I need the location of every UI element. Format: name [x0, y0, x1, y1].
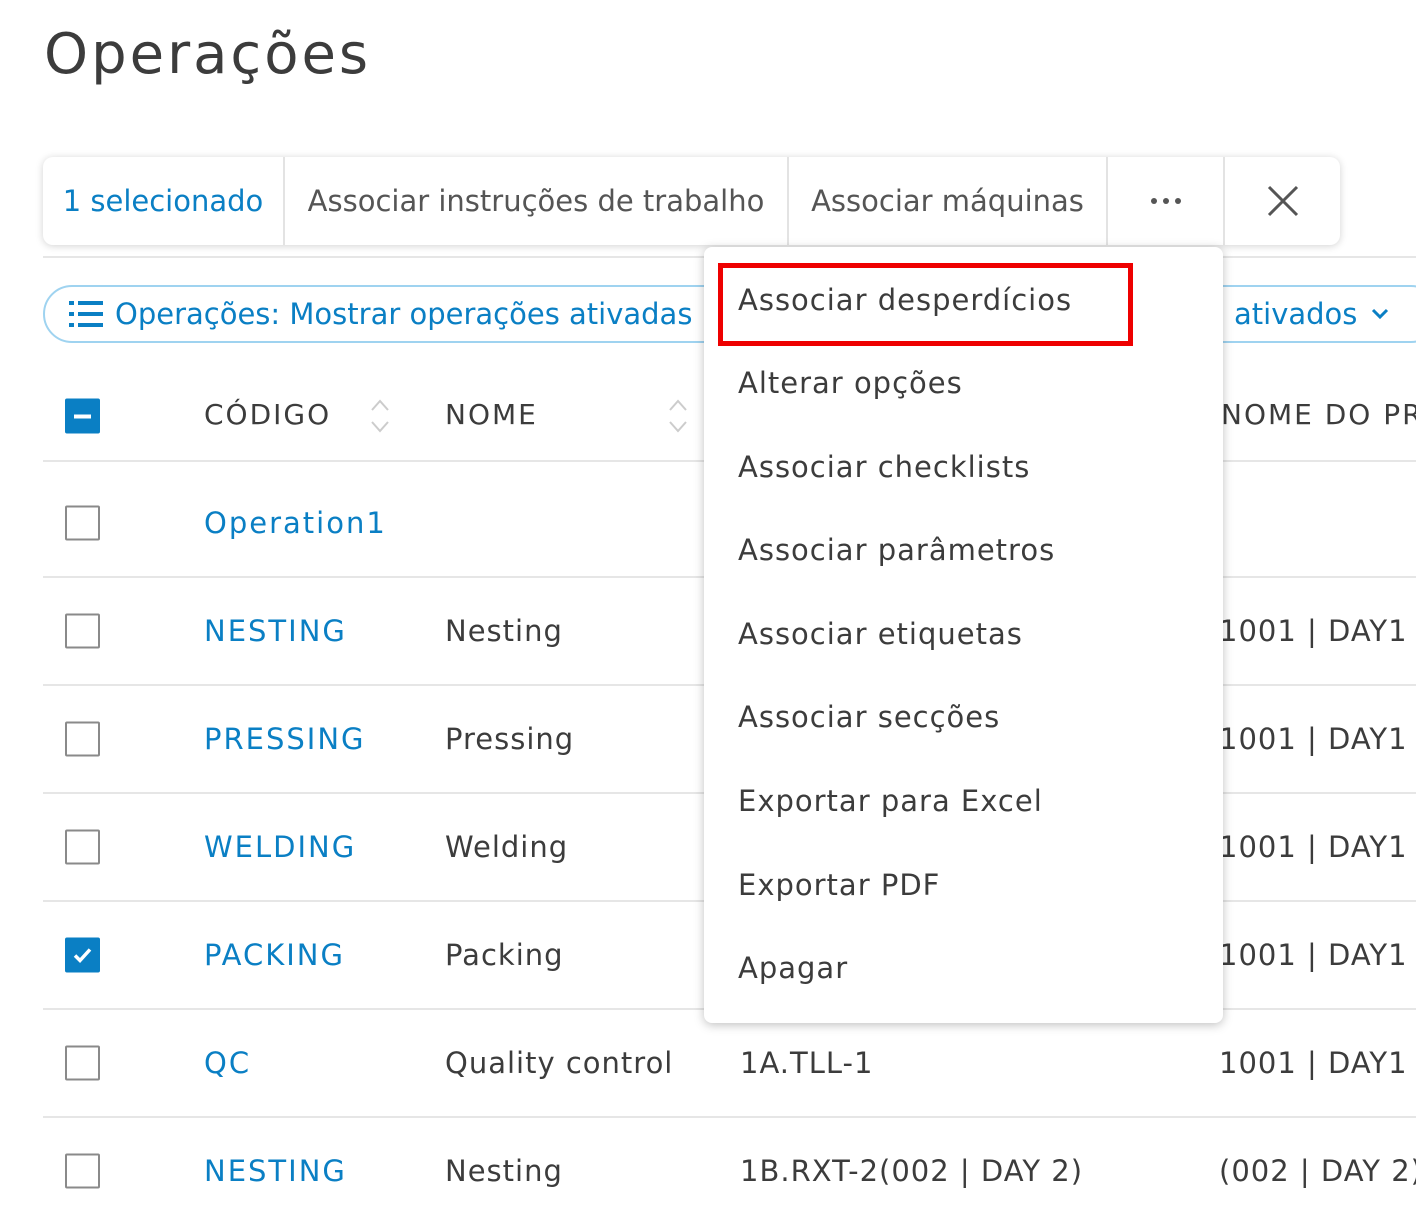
- operation-code-link[interactable]: PRESSING: [204, 722, 366, 756]
- row-checkbox[interactable]: [65, 1153, 100, 1189]
- operation-name: Nesting: [445, 614, 563, 648]
- workcenter: 1B.RXT-2(002 | DAY 2): [740, 1154, 1084, 1188]
- operation-code-link[interactable]: PACKING: [204, 938, 345, 972]
- select-all-checkbox[interactable]: [65, 398, 100, 434]
- workcenter: 1A.TLL-1: [740, 1046, 874, 1080]
- operation-code-link[interactable]: QC: [204, 1046, 251, 1080]
- page-title: Operações: [44, 22, 372, 87]
- operation-name: Pressing: [445, 722, 575, 756]
- row-checkbox[interactable]: [65, 829, 100, 865]
- process-name: 1001 | DAY1: [1219, 722, 1408, 756]
- operation-name: Welding: [445, 830, 569, 864]
- process-name: 1001 | DAY1: [1219, 938, 1408, 972]
- menu-item-assign-checklists[interactable]: Associar checklists: [738, 450, 1030, 484]
- operation-name: Packing: [445, 938, 564, 972]
- menu-item-delete[interactable]: Apagar: [738, 951, 848, 985]
- operations-filter-chip[interactable]: Operações: Mostrar operações ativadas: [43, 285, 743, 343]
- menu-item-export-excel[interactable]: Exportar para Excel: [738, 784, 1043, 818]
- highlight-annotation: [718, 263, 1133, 346]
- chevron-down-icon: [1372, 308, 1389, 320]
- process-name: 1001 | DAY1: [1219, 830, 1408, 864]
- operation-name: Nesting: [445, 1154, 563, 1188]
- row-checkbox[interactable]: [65, 613, 100, 649]
- table-row[interactable]: NESTING Nesting 1B.RXT-2(002 | DAY 2) (0…: [43, 1118, 1416, 1223]
- table-row[interactable]: QC Quality control 1A.TLL-1 1001 | DAY1: [43, 1010, 1416, 1118]
- more-horizontal-icon: [1150, 198, 1181, 204]
- process-name: 1001 | DAY1: [1219, 1046, 1408, 1080]
- status-filter-label: ativados: [1234, 297, 1358, 331]
- assign-machines-button[interactable]: Associar máquinas: [789, 157, 1108, 245]
- process-name: 1001 | DAY1: [1219, 614, 1408, 648]
- process-name: (002 | DAY 2): [1219, 1154, 1416, 1188]
- sort-icon[interactable]: [668, 398, 688, 434]
- menu-item-assign-parameters[interactable]: Associar parâmetros: [738, 533, 1055, 567]
- column-header-process-name[interactable]: NOME DO PRO: [1221, 398, 1416, 431]
- sort-icon[interactable]: [370, 398, 390, 434]
- close-selection-button[interactable]: [1225, 157, 1340, 245]
- row-checkbox[interactable]: [65, 1045, 100, 1081]
- operation-name: Quality control: [445, 1046, 674, 1080]
- operations-filter-label: Operações: Mostrar operações ativadas: [115, 297, 693, 331]
- operation-code-link[interactable]: NESTING: [204, 614, 347, 648]
- column-header-code[interactable]: CÓDIGO: [204, 398, 331, 431]
- check-icon: [73, 948, 92, 964]
- assign-work-instructions-button[interactable]: Associar instruções de trabalho: [285, 157, 789, 245]
- operation-code-link[interactable]: WELDING: [204, 830, 356, 864]
- row-checkbox[interactable]: [65, 505, 100, 541]
- selected-count-button[interactable]: 1 selecionado: [43, 157, 285, 245]
- list-icon: [69, 301, 103, 327]
- menu-item-change-options[interactable]: Alterar opções: [738, 366, 963, 400]
- menu-item-export-pdf[interactable]: Exportar PDF: [738, 868, 940, 902]
- more-actions-button[interactable]: [1108, 157, 1225, 245]
- row-checkbox[interactable]: [65, 937, 100, 973]
- more-actions-menu: Associar desperdícios Alterar opções Ass…: [704, 247, 1223, 1023]
- operation-code-link[interactable]: NESTING: [204, 1154, 347, 1188]
- selection-action-bar: 1 selecionado Associar instruções de tra…: [43, 157, 1340, 245]
- operation-code-link[interactable]: Operation1: [204, 506, 387, 540]
- close-icon: [1267, 185, 1298, 217]
- menu-item-assign-labels[interactable]: Associar etiquetas: [738, 617, 1023, 651]
- row-checkbox[interactable]: [65, 721, 100, 757]
- menu-item-assign-sections[interactable]: Associar secções: [738, 700, 1000, 734]
- column-header-name[interactable]: NOME: [445, 398, 538, 431]
